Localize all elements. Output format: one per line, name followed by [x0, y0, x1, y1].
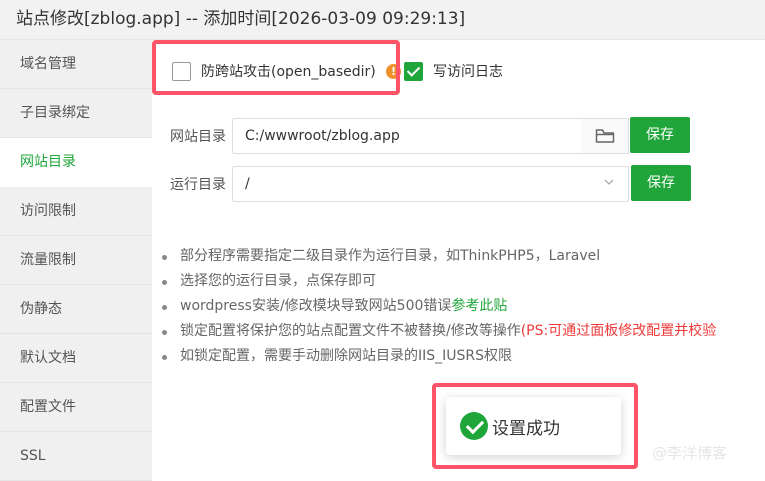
- folder-browse-button[interactable]: [581, 118, 629, 154]
- sidebar-item-domain[interactable]: 域名管理: [0, 40, 152, 89]
- tip-item: 如锁定配置，需要手动删除网站目录的IIS_IUSRS权限: [162, 344, 765, 369]
- tips-list: 部分程序需要指定二级目录作为运行目录，如ThinkPHP5，Laravel 选择…: [162, 244, 765, 369]
- tip-item: 选择您的运行目录，点保存即可: [162, 269, 765, 294]
- run-dir-label: 运行目录: [170, 177, 226, 193]
- tip-item: wordpress安装/修改模块导致网站500错误参考此贴: [162, 294, 765, 319]
- save-site-dir-button[interactable]: 保存: [630, 117, 690, 153]
- run-dir-value: /: [245, 176, 250, 192]
- tip-warning-text: (PS:可通过面板修改配置并校验: [520, 323, 717, 339]
- reference-link[interactable]: 参考此贴: [451, 298, 507, 314]
- sidebar-item-subdir[interactable]: 子目录绑定: [0, 89, 152, 138]
- chevron-down-icon: [604, 179, 614, 185]
- sidebar-item-site-dir[interactable]: 网站目录: [0, 138, 152, 187]
- tip-item: 锁定配置将保护您的站点配置文件不被替换/修改等操作(PS:可通过面板修改配置并校…: [162, 319, 765, 344]
- watermark: @李洋博客: [652, 444, 728, 462]
- sidebar-item-rewrite[interactable]: 伪静态: [0, 285, 152, 334]
- sidebar-item-access-limit[interactable]: 访问限制: [0, 187, 152, 236]
- highlight-box-toast: [432, 383, 638, 469]
- folder-icon: [595, 129, 614, 143]
- access-log-checkbox[interactable]: [404, 62, 423, 81]
- window-title: 站点修改[zblog.app] -- 添加时间[2026-03-09 09:29…: [0, 0, 765, 40]
- run-dir-select[interactable]: /: [232, 166, 629, 202]
- highlight-box-anti-xss: [152, 40, 400, 95]
- sidebar-item-config-file[interactable]: 配置文件: [0, 383, 152, 432]
- tip-text: 锁定配置将保护您的站点配置文件不被替换/修改等操作: [180, 323, 521, 339]
- sidebar-item-ssl[interactable]: SSL: [0, 432, 152, 481]
- tip-text: wordpress安装/修改模块导致网站500错误: [180, 298, 452, 314]
- sidebar-item-traffic-limit[interactable]: 流量限制: [0, 236, 152, 285]
- access-log-label: 写访问日志: [433, 64, 503, 80]
- site-dir-input[interactable]: [232, 118, 582, 154]
- sidebar: 域名管理 子目录绑定 网站目录 访问限制 流量限制 伪静态 默认文档 配置文件 …: [0, 40, 152, 481]
- save-run-dir-button[interactable]: 保存: [631, 165, 691, 201]
- site-dir-label: 网站目录: [170, 129, 226, 145]
- sidebar-item-default-doc[interactable]: 默认文档: [0, 334, 152, 383]
- tip-item: 部分程序需要指定二级目录作为运行目录，如ThinkPHP5，Laravel: [162, 244, 765, 269]
